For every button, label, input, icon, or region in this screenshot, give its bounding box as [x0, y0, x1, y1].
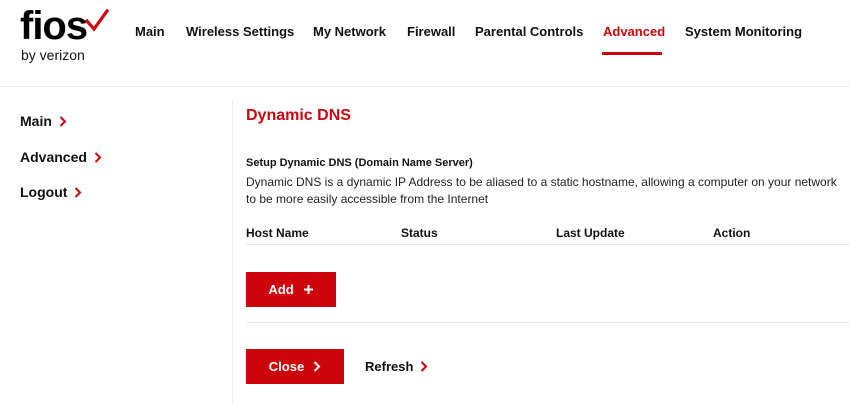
chevron-right-icon: [59, 113, 67, 129]
chevron-right-icon: [313, 361, 321, 372]
sidebar-item-label: Advanced: [20, 149, 87, 165]
logo-subtitle: by verizon: [21, 47, 85, 63]
nav-system-monitoring[interactable]: System Monitoring: [685, 24, 802, 39]
column-header-status: Status: [401, 226, 438, 240]
header: fios by verizon Main Wireless Settings M…: [0, 0, 849, 87]
column-header-last-update: Last Update: [556, 226, 625, 240]
sidebar-divider: [232, 100, 233, 404]
add-button[interactable]: Add: [246, 272, 336, 307]
sidebar-item-label: Logout: [20, 184, 68, 200]
sidebar-item-logout[interactable]: Logout: [20, 184, 82, 200]
column-header-host-name: Host Name: [246, 226, 309, 240]
active-tab-underline: [602, 52, 662, 55]
section-description: Dynamic DNS is a dynamic IP Address to b…: [246, 175, 837, 206]
nav-main[interactable]: Main: [135, 24, 165, 39]
buttons-divider: [246, 322, 849, 323]
sidebar-item-advanced[interactable]: Advanced: [20, 149, 102, 165]
refresh-link[interactable]: Refresh: [365, 359, 428, 374]
section-subtitle: Setup Dynamic DNS (Domain Name Server): [246, 157, 473, 169]
table-header-divider: [246, 244, 849, 245]
add-button-label: Add: [268, 282, 294, 297]
close-button-label: Close: [268, 359, 305, 374]
page-title: Dynamic DNS: [246, 107, 351, 124]
sidebar-item-label: Main: [20, 113, 52, 129]
sidebar-item-main[interactable]: Main: [20, 113, 67, 129]
chevron-right-icon: [420, 359, 428, 374]
nav-my-network[interactable]: My Network: [313, 24, 386, 39]
chevron-right-icon: [94, 149, 102, 165]
red-checkmark-icon: [84, 8, 110, 32]
nav-firewall[interactable]: Firewall: [407, 24, 455, 39]
nav-wireless-settings[interactable]: Wireless Settings: [186, 24, 294, 39]
close-button[interactable]: Close: [246, 349, 344, 384]
chevron-right-icon: [74, 184, 82, 200]
logo-wordmark: fios: [20, 4, 88, 48]
nav-parental-controls[interactable]: Parental Controls: [475, 24, 583, 39]
nav-advanced[interactable]: Advanced: [603, 24, 665, 39]
fios-logo[interactable]: fios by verizon: [20, 6, 115, 66]
plus-icon: [303, 284, 314, 295]
column-header-action: Action: [713, 226, 751, 240]
refresh-link-label: Refresh: [365, 359, 414, 374]
